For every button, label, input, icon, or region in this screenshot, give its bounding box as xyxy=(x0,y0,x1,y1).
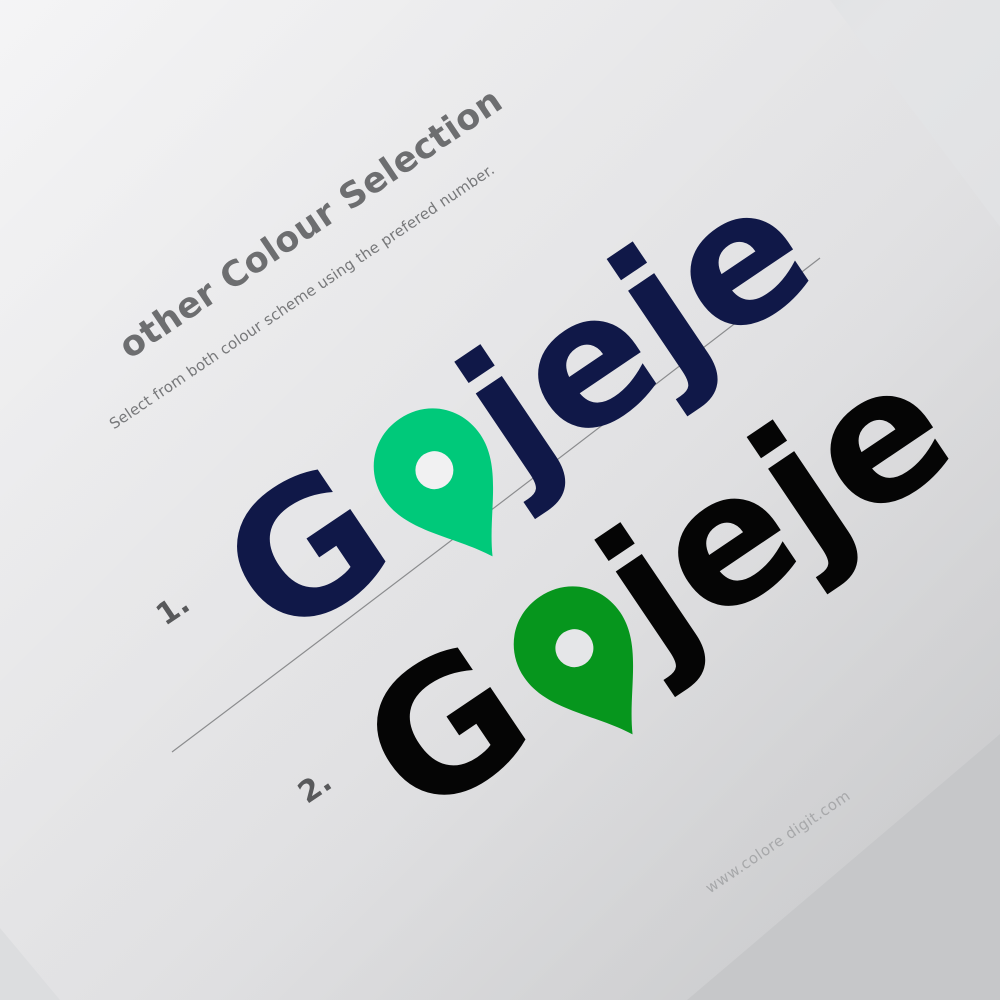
option-2-number: 2. xyxy=(292,763,339,812)
page-title: other Colour Selection xyxy=(112,80,511,368)
brochure-page: other Colour Selection Select from both … xyxy=(0,0,1000,1000)
page-content: other Colour Selection Select from both … xyxy=(0,0,1000,1000)
mockup-scene: other Colour Selection Select from both … xyxy=(0,0,1000,1000)
option-1-number: 1. xyxy=(150,585,197,634)
footer-website: www.colore digit.com xyxy=(702,786,854,897)
